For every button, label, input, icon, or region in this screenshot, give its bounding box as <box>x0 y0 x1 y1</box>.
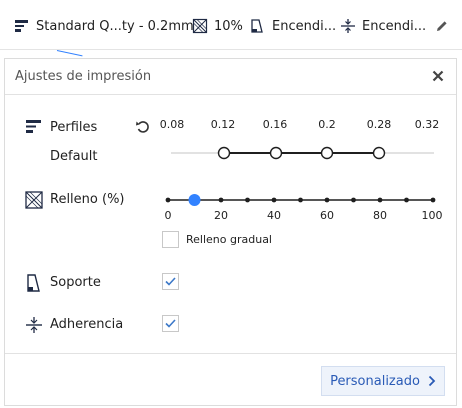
infill-summary-label: 10% <box>214 18 243 34</box>
support-summary-label: Encendi... <box>272 18 337 34</box>
reset-icon[interactable] <box>135 119 151 135</box>
profile-summary[interactable]: Standard Q...ty - 0.2mm <box>14 16 194 36</box>
adhesion-label: Adherencia <box>50 317 124 332</box>
profile-icon <box>15 20 28 32</box>
accent-connector <box>57 50 83 52</box>
infill-handle <box>188 194 201 206</box>
support-label: Soporte <box>50 275 101 290</box>
adhesion-checkbox[interactable] <box>162 315 179 332</box>
support-icon <box>27 274 40 292</box>
panel-title: Ajustes de impresión <box>15 69 152 84</box>
infill-tick: 20 <box>214 209 228 222</box>
profile-tick: 0.2 <box>318 118 336 131</box>
adhesion-icon <box>341 19 355 33</box>
infill-summary[interactable]: 10% <box>192 16 243 36</box>
print-settings-panel: Ajustes de impresión Perfiles Default 0.… <box>4 58 457 406</box>
profile-quality-slider[interactable] <box>165 145 440 161</box>
profile-tick: 0.08 <box>159 118 185 131</box>
infill-tick: 60 <box>320 209 334 222</box>
profile-tick: 0.16 <box>262 118 288 131</box>
profile-tick: 0.12 <box>210 118 236 131</box>
profiles-label: Perfiles <box>50 120 98 135</box>
profile-tick: 0.28 <box>366 118 392 131</box>
profile-tick: 0.32 <box>414 118 440 131</box>
support-icon <box>251 19 263 33</box>
panel-header: Ajustes de impresión <box>5 59 456 95</box>
profile-handle <box>217 146 231 160</box>
custom-button[interactable]: Personalizado <box>321 366 445 396</box>
infill-icon <box>192 18 208 34</box>
adhesion-summary-label: Encendi... <box>362 18 427 34</box>
close-icon <box>432 70 444 82</box>
profiles-default-label: Default <box>50 149 98 164</box>
print-settings-bar[interactable]: Standard Q...ty - 0.2mm 10% Encendi... E… <box>0 0 462 50</box>
infill-slider[interactable] <box>161 191 441 209</box>
profile-handle <box>320 146 334 160</box>
profile-summary-label: Standard Q...ty - 0.2mm <box>36 18 194 34</box>
close-button[interactable] <box>428 66 448 86</box>
infill-label: Relleno (%) <box>50 192 125 207</box>
support-checkbox[interactable] <box>162 273 179 290</box>
custom-button-label: Personalizado <box>330 373 420 389</box>
infill-tick: 0 <box>164 209 172 222</box>
gradual-infill-label: Relleno gradual <box>186 233 272 246</box>
infill-icon <box>25 191 43 209</box>
adhesion-icon <box>26 317 42 333</box>
chevron-right-icon <box>428 375 436 387</box>
profile-handle <box>269 146 283 160</box>
checkmark-icon <box>165 319 176 328</box>
checkmark-icon <box>165 277 176 286</box>
infill-tick: 40 <box>267 209 281 222</box>
infill-tick: 80 <box>373 209 387 222</box>
infill-tick: 100 <box>421 209 443 222</box>
support-summary[interactable]: Encendi... <box>250 16 336 36</box>
profile-handle <box>372 146 386 160</box>
panel-footer: Personalizado <box>5 353 456 405</box>
gradual-infill-checkbox[interactable] <box>162 231 179 248</box>
profile-icon <box>26 120 41 133</box>
pencil-icon[interactable] <box>435 19 449 33</box>
adhesion-summary[interactable]: Encendi... <box>340 16 426 36</box>
